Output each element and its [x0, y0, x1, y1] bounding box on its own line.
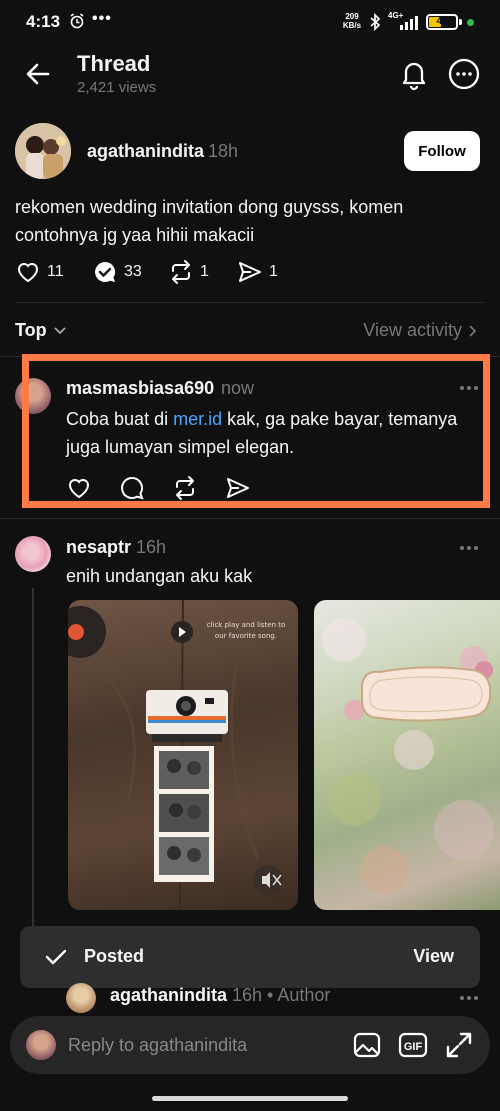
share-button[interactable]: 1: [237, 258, 278, 286]
page-title: Thread: [77, 51, 151, 76]
share-icon: [239, 262, 261, 282]
chevron-down-icon: [54, 326, 66, 334]
gif-icon[interactable]: GIF: [398, 1030, 428, 1060]
battery-level: 47: [436, 16, 448, 27]
expand-icon[interactable]: [444, 1030, 474, 1060]
svg-text:GIF: GIF: [404, 1041, 423, 1053]
alarm-icon: [70, 13, 84, 29]
network-speed: 209 KB/s: [340, 12, 364, 30]
chevron-right-icon: [469, 324, 477, 337]
reply-button[interactable]: 33: [92, 258, 142, 286]
status-bar: 4:13 ••• 209 KB/s 4G+ 47: [0, 0, 500, 44]
toast-message: Posted: [84, 946, 145, 966]
reply-composer: GIF: [10, 1016, 490, 1074]
floral-artwork: [322, 618, 494, 894]
more-options-icon[interactable]: [447, 57, 481, 91]
network-speed-value: 209: [345, 12, 359, 21]
posted-toast: Posted View: [20, 926, 480, 988]
reply-username[interactable]: agathanindita: [110, 985, 227, 1006]
avatar[interactable]: [15, 536, 51, 572]
image-icon[interactable]: [352, 1030, 382, 1060]
view-activity-label: View activity: [363, 320, 462, 340]
repost-count: 1: [200, 263, 209, 280]
media-caption: click play and listen to our favorite so…: [206, 621, 286, 640]
reply-meta: 16h • Author: [232, 985, 331, 1005]
sort-dropdown[interactable]: Top: [15, 320, 67, 341]
bluetooth-icon: [370, 13, 381, 31]
checkmark-icon: [45, 949, 67, 965]
heart-icon: [17, 263, 39, 283]
view-count: 2,421 views: [77, 79, 157, 96]
like-button[interactable]: 11: [15, 258, 64, 286]
battery-icon: 47: [426, 14, 458, 30]
avatar[interactable]: [66, 983, 96, 1013]
reply-count: 33: [124, 263, 142, 280]
thread-line: [32, 588, 34, 983]
more-icon[interactable]: [458, 988, 480, 1008]
reply-timestamp: 16h: [136, 537, 167, 557]
repost-icon: [172, 260, 190, 284]
reply-username[interactable]: nesaptr: [66, 537, 131, 558]
divider: [0, 518, 500, 519]
media-image-invitation[interactable]: click play and listen to our favorite so…: [68, 600, 298, 910]
avatar-photo: [15, 123, 71, 179]
divider: [15, 302, 485, 303]
avatar: [26, 1030, 56, 1060]
back-arrow-icon[interactable]: [20, 56, 56, 92]
reply-text: enih undangan aku kak: [66, 566, 253, 586]
view-activity-link[interactable]: View activity: [363, 320, 478, 341]
comment-check-icon: [95, 261, 116, 282]
avatar[interactable]: [15, 123, 71, 179]
post-username[interactable]: agathanindita: [87, 141, 204, 162]
highlight-box: [22, 354, 490, 508]
media-image-floral[interactable]: [314, 600, 500, 910]
like-count: 11: [47, 263, 64, 280]
sort-label: Top: [15, 320, 47, 340]
reply-input[interactable]: [68, 1029, 338, 1061]
status-dot: [467, 19, 474, 26]
signal-icon: [400, 16, 418, 30]
status-time: 4:13: [26, 12, 61, 31]
follow-button[interactable]: Follow: [404, 131, 480, 171]
bell-icon[interactable]: [397, 57, 431, 91]
notification-dots: •••: [92, 10, 112, 27]
invitation-artwork: [68, 600, 283, 910]
battery-tip: [459, 19, 462, 25]
repost-button[interactable]: 1: [168, 258, 209, 286]
post-timestamp: 18h: [208, 141, 239, 161]
home-indicator[interactable]: [152, 1096, 348, 1101]
toast-view-button[interactable]: View: [413, 946, 454, 967]
share-count: 1: [269, 263, 278, 280]
post-text: rekomen wedding invitation dong guysss, …: [15, 197, 404, 245]
thread-header: Thread 2,421 views: [0, 44, 500, 104]
network-speed-unit: KB/s: [342, 21, 362, 30]
more-icon[interactable]: [458, 538, 480, 558]
